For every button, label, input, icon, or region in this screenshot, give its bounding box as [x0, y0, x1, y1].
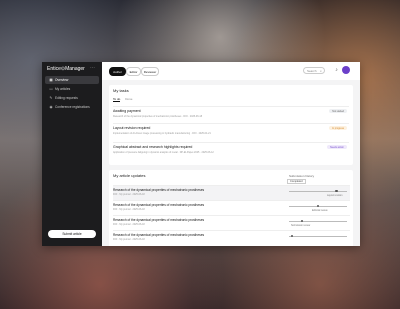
article-meta: DOI · My journal · 2025-06-18 — [113, 238, 145, 241]
progress-marker — [316, 205, 320, 208]
sidebar-nav: ▦ Overview ▭ My articles ✎ Editing reque… — [45, 76, 99, 112]
app-logo: Entice⊙Manager — [47, 66, 85, 72]
grid-icon: ▦ — [49, 78, 53, 82]
stage-label: Submission review — [291, 225, 311, 227]
article-meta: DOI · My journal · 2025-06-18 — [113, 208, 145, 211]
filter-reviewer[interactable]: Reviewer — [141, 67, 159, 76]
sidebar-item-label: Editing requests — [55, 96, 78, 100]
tasks-title: My tasks — [113, 88, 129, 93]
article-meta: DOI · My journal · 2025-06-18 — [113, 193, 145, 196]
article-row[interactable]: Research of the dynamical properties of … — [113, 215, 350, 231]
task-desc: Application of pressure fatiguing in dyn… — [113, 150, 214, 154]
progress-marker — [335, 190, 338, 193]
doc-icon: ▭ — [49, 87, 53, 91]
task-item[interactable]: Layout revision required Implementation … — [113, 123, 349, 136]
tasks-tabs: To do Done — [113, 97, 136, 102]
pin-icon: ◉ — [49, 105, 53, 109]
status-badge: Needs action — [327, 145, 347, 149]
task-item[interactable]: Graphical abstract and research highligh… — [113, 142, 349, 155]
sidebar: Entice⊙Manager ⋯ ▦ Overview ▭ My article… — [42, 62, 102, 246]
sidebar-item-conference-registrations[interactable]: ◉ Conference registrations — [45, 103, 99, 111]
top-bar: Author Editor Reviewer Search ⌕ ♪ — [102, 62, 360, 80]
status-badge: Not started — [329, 109, 347, 113]
stage-label: Layout revision — [327, 195, 343, 197]
filter-author[interactable]: Author — [109, 67, 126, 76]
sidebar-item-overview[interactable]: ▦ Overview — [45, 76, 99, 84]
progress-track — [289, 235, 347, 238]
task-title: Layout revision required — [113, 126, 151, 130]
progress-track — [289, 205, 347, 208]
task-title: Graphical abstract and research highligh… — [113, 145, 193, 149]
status-badge: In progress — [329, 126, 347, 130]
updates-card: My article updates Submission history Co… — [109, 170, 353, 246]
sidebar-item-editing-requests[interactable]: ✎ Editing requests — [45, 94, 99, 102]
article-row[interactable]: Research of the dynamical properties of … — [113, 200, 350, 216]
tasks-card: My tasks To do Done Awaiting payment Res… — [109, 85, 353, 165]
submission-history-label: Submission history — [289, 174, 315, 178]
filter-editor[interactable]: Editor — [126, 67, 141, 76]
article-row[interactable]: Research of the dynamical properties of … — [113, 230, 350, 246]
progress-marker — [290, 235, 294, 238]
sidebar-item-label: My articles — [55, 87, 71, 91]
app-window: Entice⊙Manager ⋯ ▦ Overview ▭ My article… — [42, 62, 360, 246]
updates-title: My article updates — [113, 173, 146, 178]
tab-done[interactable]: Done — [125, 97, 132, 101]
sidebar-item-my-articles[interactable]: ▭ My articles — [45, 85, 99, 93]
article-title: Research of the dynamical properties of … — [113, 233, 205, 237]
task-desc: Implementation of AI-driven image proces… — [113, 131, 211, 135]
task-desc: Research of the dynamical properties of … — [113, 114, 203, 118]
search-input[interactable]: Search ⌕ — [303, 67, 325, 74]
progress-track — [289, 220, 347, 223]
article-title: Research of the dynamical properties of … — [113, 188, 205, 192]
task-item[interactable]: Awaiting payment Research of the dynamic… — [113, 106, 349, 119]
sidebar-item-label: Conference registrations — [55, 105, 90, 109]
article-row[interactable]: Research of the dynamical properties of … — [113, 185, 350, 201]
tab-to-do[interactable]: To do — [113, 97, 121, 102]
history-filter-select[interactable]: Completed — [287, 179, 306, 184]
submit-article-button[interactable]: Submit article — [48, 230, 96, 238]
search-icon: ⌕ — [320, 68, 322, 73]
task-title: Awaiting payment — [113, 109, 141, 113]
avatar[interactable] — [342, 66, 350, 74]
edit-icon: ✎ — [49, 96, 53, 100]
progress-track — [289, 190, 347, 193]
stage-label: Editorial review — [312, 210, 328, 212]
main-content: Author Editor Reviewer Search ⌕ ♪ My tas… — [102, 62, 360, 246]
article-title: Research of the dynamical properties of … — [113, 218, 205, 222]
sidebar-item-label: Overview — [55, 78, 69, 82]
progress-marker — [300, 220, 303, 223]
search-placeholder: Search — [307, 68, 317, 73]
ellipsis-icon[interactable]: ⋯ — [90, 65, 95, 71]
article-title: Research of the dynamical properties of … — [113, 203, 205, 207]
bell-icon[interactable]: ♪ — [333, 67, 340, 74]
article-meta: DOI · My journal · 2025-06-18 — [113, 223, 145, 226]
